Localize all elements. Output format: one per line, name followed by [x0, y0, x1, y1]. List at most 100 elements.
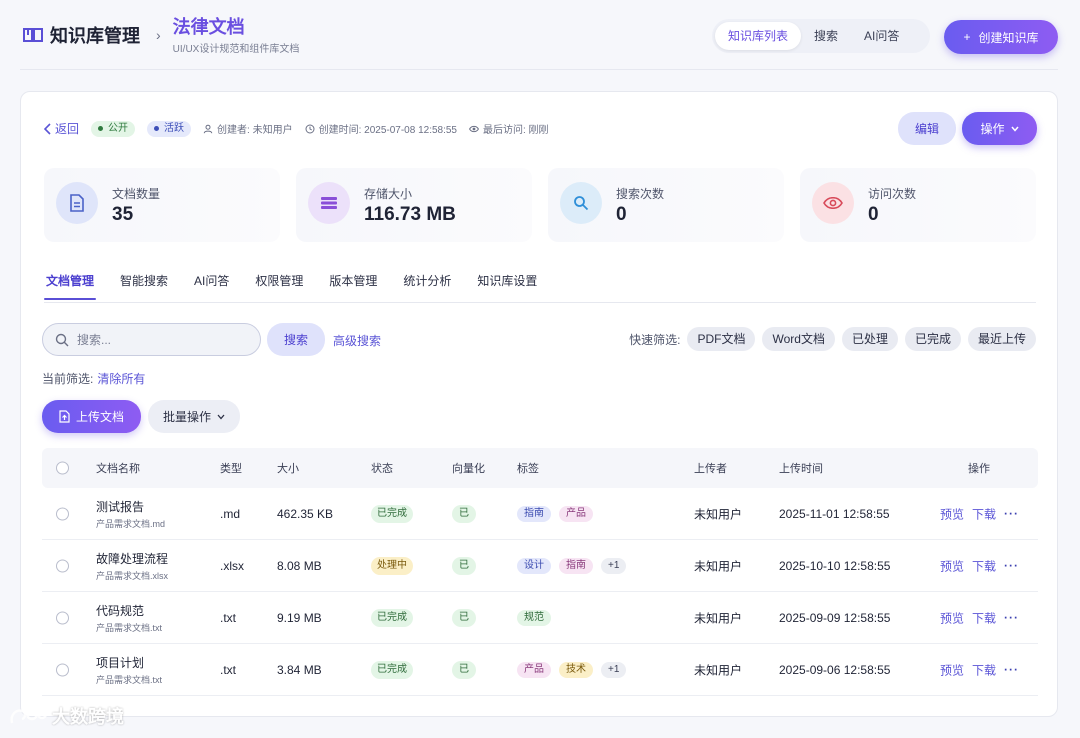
doc-type: .txt [220, 662, 237, 677]
public-badge: 公开 [91, 120, 136, 137]
breadcrumb-current: 法律文档 UI/UX设计规范和组件库文档 [173, 16, 300, 55]
current-filter-label: 当前筛选: [42, 372, 94, 386]
quick-filter-processed[interactable]: 已处理 [841, 327, 898, 351]
stat-search-count: 搜索次数 0 [548, 168, 784, 242]
quick-filter-completed[interactable]: 已完成 [904, 327, 961, 351]
kb-title: 法律文档 [172, 16, 245, 37]
doc-name[interactable]: 代码规范 [96, 602, 162, 619]
doc-size: 8.08 MB [277, 558, 322, 573]
more-icon[interactable]: ··· [1004, 611, 1019, 625]
more-icon[interactable]: ··· [1004, 507, 1019, 521]
select-all-checkbox[interactable] [56, 461, 69, 475]
stat-label: 访问次数 [868, 187, 917, 201]
doc-name[interactable]: 故障处理流程 [96, 550, 168, 567]
nav-search[interactable]: 搜索 [801, 22, 851, 50]
batch-ops-button[interactable]: 批量操作 [148, 400, 240, 433]
search-icon [55, 333, 69, 346]
tab-doc-management[interactable]: 文档管理 [44, 266, 107, 302]
vectorized-badge: 已 [452, 660, 476, 679]
doc-name[interactable]: 测试报告 [96, 498, 165, 515]
doc-type: .md [220, 506, 241, 521]
eye-icon [469, 125, 479, 132]
tab-statistics[interactable]: 统计分析 [390, 266, 464, 302]
stat-label: 搜索次数 [616, 187, 665, 201]
doc-uploader: 未知用户 [694, 611, 743, 625]
row-checkbox[interactable] [56, 611, 69, 624]
last-visit-text: 最后访问: 刚刚 [483, 125, 549, 136]
tag-list: 产品 技术 +1 [517, 661, 627, 678]
doc-search-input[interactable] [77, 332, 227, 347]
quick-filter-pdf[interactable]: PDF文档 [687, 327, 756, 351]
row-actions: 预览 下载 ··· [940, 505, 1019, 522]
tab-smart-search[interactable]: 智能搜索 [107, 266, 181, 302]
tab-ai-qa[interactable]: AI问答 [181, 266, 242, 302]
upload-icon [59, 410, 70, 423]
created-time-info: 创建时间: 2025-07-08 12:58:55 [305, 121, 457, 136]
row-checkbox[interactable] [56, 559, 69, 572]
doc-name[interactable]: 项目计划 [96, 654, 162, 671]
back-button[interactable]: 返回 [44, 120, 79, 137]
stat-value: 35 [112, 204, 134, 225]
preview-link[interactable]: 预览 [940, 609, 964, 626]
creator-info: 创建者: 未知用户 [203, 121, 293, 136]
stat-value: 0 [868, 204, 879, 225]
tag-more[interactable]: +1 [601, 557, 627, 574]
doc-size: 9.19 MB [277, 610, 322, 625]
nav-kb-list[interactable]: 知识库列表 [715, 22, 802, 50]
doc-size: 3.84 MB [277, 662, 322, 677]
header-divider [20, 69, 1058, 70]
upload-doc-label: 上传文档 [75, 410, 124, 424]
book-logo-icon [23, 28, 43, 42]
tag-more[interactable]: +1 [601, 661, 627, 678]
table-row: 测试报告 产品需求文档.md .md 462.35 KB 已完成 已 指南 产品… [42, 488, 1038, 540]
tab-versions[interactable]: 版本管理 [316, 266, 390, 302]
nav-ai-qa[interactable]: AI问答 [851, 22, 912, 50]
watermark: 大数跨境 [8, 703, 124, 729]
document-table: 文档名称 类型 大小 状态 向量化 标签 上传者 上传时间 操作 测试报告 产品… [42, 448, 1038, 696]
current-filter: 当前筛选: 清除所有 [42, 370, 145, 387]
tag: 指南 [517, 505, 551, 522]
row-checkbox[interactable] [56, 507, 69, 520]
edit-button[interactable]: 编辑 [898, 112, 956, 145]
row-actions: 预览 下载 ··· [940, 661, 1019, 678]
download-link[interactable]: 下载 [972, 557, 996, 574]
tab-kb-settings[interactable]: 知识库设置 [464, 266, 550, 302]
tab-permissions[interactable]: 权限管理 [242, 266, 316, 302]
more-icon[interactable]: ··· [1004, 663, 1019, 677]
chevron-down-icon [217, 414, 225, 419]
doc-uploader: 未知用户 [694, 663, 743, 677]
download-link[interactable]: 下载 [972, 661, 996, 678]
kb-detail-card: 返回 公开 活跃 创建者: 未知用户 创建时间: 2025-07-08 12:5… [20, 91, 1058, 717]
download-link[interactable]: 下载 [972, 609, 996, 626]
col-tags: 标签 [517, 463, 539, 475]
col-type: 类型 [220, 463, 242, 475]
preview-link[interactable]: 预览 [940, 505, 964, 522]
quick-filter-word[interactable]: Word文档 [762, 327, 835, 351]
last-visit-info: 最后访问: 刚刚 [469, 121, 549, 136]
detail-tabs: 文档管理 智能搜索 AI问答 权限管理 版本管理 统计分析 知识库设置 [44, 266, 1036, 303]
clear-filters-link[interactable]: 清除所有 [97, 372, 145, 386]
more-icon[interactable]: ··· [1004, 559, 1019, 573]
doc-upload-time: 2025-09-06 12:58:55 [779, 662, 891, 677]
doc-uploader: 未知用户 [694, 559, 743, 573]
create-kb-button[interactable]: + 创建知识库 [944, 20, 1058, 54]
doc-name-cell: 故障处理流程 产品需求文档.xlsx [96, 550, 168, 582]
stat-storage-size: 存储大小 116.73 MB [296, 168, 532, 242]
creator-text: 创建者: 未知用户 [217, 125, 293, 136]
tag-list: 设计 指南 +1 [517, 557, 627, 574]
upload-doc-button[interactable]: 上传文档 [42, 400, 141, 433]
doc-filename: 产品需求文档.txt [96, 674, 163, 685]
plus-icon: + [963, 30, 971, 44]
doc-name-cell: 项目计划 产品需求文档.txt [96, 654, 162, 686]
operations-button[interactable]: 操作 [962, 112, 1037, 145]
download-link[interactable]: 下载 [972, 505, 996, 522]
doc-upload-time: 2025-11-01 12:58:55 [779, 506, 890, 521]
dot-icon [98, 126, 104, 131]
preview-link[interactable]: 预览 [940, 661, 964, 678]
quick-filter-recent[interactable]: 最近上传 [967, 327, 1036, 351]
preview-link[interactable]: 预览 [940, 557, 964, 574]
advanced-search-link[interactable]: 高级搜索 [333, 332, 381, 349]
row-checkbox[interactable] [56, 663, 69, 676]
watermark-logo-icon [10, 707, 48, 724]
search-button[interactable]: 搜索 [267, 323, 325, 356]
